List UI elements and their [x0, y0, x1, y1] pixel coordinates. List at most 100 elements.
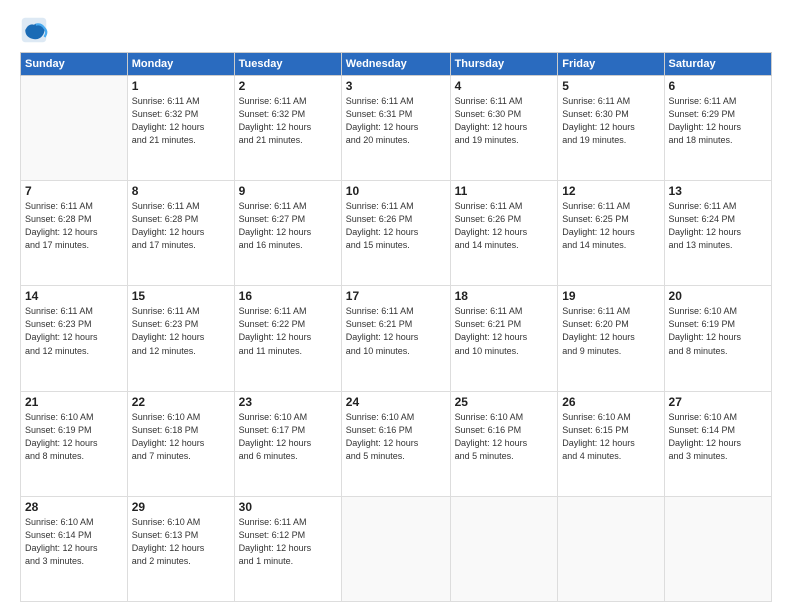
day-number: 22 [132, 395, 230, 409]
header [20, 16, 772, 44]
header-friday: Friday [558, 53, 664, 76]
calendar-cell: 8 Sunrise: 6:11 AM Sunset: 6:28 PM Daylig… [127, 181, 234, 286]
calendar-cell [664, 496, 771, 601]
day-number: 8 [132, 184, 230, 198]
header-saturday: Saturday [664, 53, 771, 76]
day-info: Sunrise: 6:10 AM Sunset: 6:19 PM Dayligh… [25, 411, 123, 463]
logo [20, 16, 52, 44]
day-number: 20 [669, 289, 767, 303]
calendar: Sunday Monday Tuesday Wednesday Thursday… [20, 52, 772, 602]
day-info: Sunrise: 6:11 AM Sunset: 6:30 PM Dayligh… [562, 95, 659, 147]
day-info: Sunrise: 6:11 AM Sunset: 6:26 PM Dayligh… [346, 200, 446, 252]
day-info: Sunrise: 6:11 AM Sunset: 6:28 PM Dayligh… [25, 200, 123, 252]
day-number: 29 [132, 500, 230, 514]
day-number: 11 [455, 184, 554, 198]
day-number: 9 [239, 184, 337, 198]
calendar-cell: 28 Sunrise: 6:10 AM Sunset: 6:14 PM Dayli… [21, 496, 128, 601]
calendar-cell: 9 Sunrise: 6:11 AM Sunset: 6:27 PM Daylig… [234, 181, 341, 286]
day-info: Sunrise: 6:11 AM Sunset: 6:27 PM Dayligh… [239, 200, 337, 252]
day-info: Sunrise: 6:10 AM Sunset: 6:14 PM Dayligh… [25, 516, 123, 568]
calendar-cell: 12Sunrise: 6:11 AM Sunset: 6:25 PM Dayli… [558, 181, 664, 286]
day-number: 30 [239, 500, 337, 514]
day-info: Sunrise: 6:10 AM Sunset: 6:18 PM Dayligh… [132, 411, 230, 463]
calendar-cell: 25 Sunrise: 6:10 AM Sunset: 6:16 PM Dayli… [450, 391, 558, 496]
calendar-cell: 6Sunrise: 6:11 AM Sunset: 6:29 PM Daylig… [664, 76, 771, 181]
day-number: 27 [669, 395, 767, 409]
calendar-cell: 24 Sunrise: 6:10 AM Sunset: 6:16 PM Dayli… [341, 391, 450, 496]
day-number: 5 [562, 79, 659, 93]
day-info: Sunrise: 6:11 AM Sunset: 6:24 PM Dayligh… [669, 200, 767, 252]
calendar-cell: 19 Sunrise: 6:11 AM Sunset: 6:20 PM Dayli… [558, 286, 664, 391]
day-number: 15 [132, 289, 230, 303]
day-number: 28 [25, 500, 123, 514]
day-info: Sunrise: 6:11 AM Sunset: 6:23 PM Dayligh… [25, 305, 123, 357]
day-number: 18 [455, 289, 554, 303]
day-number: 13 [669, 184, 767, 198]
day-info: Sunrise: 6:11 AM Sunset: 6:23 PM Dayligh… [132, 305, 230, 357]
day-number: 14 [25, 289, 123, 303]
calendar-cell: 5 Sunrise: 6:11 AM Sunset: 6:30 PM Daylig… [558, 76, 664, 181]
calendar-cell: 14 Sunrise: 6:11 AM Sunset: 6:23 PM Dayli… [21, 286, 128, 391]
calendar-cell: 18Sunrise: 6:11 AM Sunset: 6:21 PM Dayli… [450, 286, 558, 391]
day-info: Sunrise: 6:10 AM Sunset: 6:14 PM Dayligh… [669, 411, 767, 463]
day-info: Sunrise: 6:10 AM Sunset: 6:15 PM Dayligh… [562, 411, 659, 463]
calendar-cell: 13 Sunrise: 6:11 AM Sunset: 6:24 PM Dayli… [664, 181, 771, 286]
calendar-cell: 17 Sunrise: 6:11 AM Sunset: 6:21 PM Dayli… [341, 286, 450, 391]
calendar-week-row: 1 Sunrise: 6:11 AM Sunset: 6:32 PM Daylig… [21, 76, 772, 181]
page: Sunday Monday Tuesday Wednesday Thursday… [0, 0, 792, 612]
day-info: Sunrise: 6:10 AM Sunset: 6:19 PM Dayligh… [669, 305, 767, 357]
calendar-cell [341, 496, 450, 601]
day-number: 19 [562, 289, 659, 303]
day-number: 7 [25, 184, 123, 198]
calendar-cell: 30Sunrise: 6:11 AM Sunset: 6:12 PM Dayli… [234, 496, 341, 601]
calendar-week-row: 21 Sunrise: 6:10 AM Sunset: 6:19 PM Dayli… [21, 391, 772, 496]
day-number: 6 [669, 79, 767, 93]
day-info: Sunrise: 6:11 AM Sunset: 6:25 PM Dayligh… [562, 200, 659, 252]
day-info: Sunrise: 6:10 AM Sunset: 6:13 PM Dayligh… [132, 516, 230, 568]
calendar-cell: 27 Sunrise: 6:10 AM Sunset: 6:14 PM Dayli… [664, 391, 771, 496]
day-number: 21 [25, 395, 123, 409]
day-info: Sunrise: 6:10 AM Sunset: 6:16 PM Dayligh… [346, 411, 446, 463]
calendar-cell [558, 496, 664, 601]
calendar-cell: 26 Sunrise: 6:10 AM Sunset: 6:15 PM Dayli… [558, 391, 664, 496]
day-info: Sunrise: 6:11 AM Sunset: 6:30 PM Dayligh… [455, 95, 554, 147]
calendar-cell: 1 Sunrise: 6:11 AM Sunset: 6:32 PM Daylig… [127, 76, 234, 181]
calendar-cell: 16 Sunrise: 6:11 AM Sunset: 6:22 PM Dayli… [234, 286, 341, 391]
day-number: 1 [132, 79, 230, 93]
header-wednesday: Wednesday [341, 53, 450, 76]
day-number: 10 [346, 184, 446, 198]
day-info: Sunrise: 6:11 AM Sunset: 6:21 PM Dayligh… [346, 305, 446, 357]
header-thursday: Thursday [450, 53, 558, 76]
day-info: Sunrise: 6:10 AM Sunset: 6:16 PM Dayligh… [455, 411, 554, 463]
calendar-cell: 20 Sunrise: 6:10 AM Sunset: 6:19 PM Dayli… [664, 286, 771, 391]
day-number: 25 [455, 395, 554, 409]
day-number: 23 [239, 395, 337, 409]
calendar-cell: 2 Sunrise: 6:11 AM Sunset: 6:32 PM Daylig… [234, 76, 341, 181]
calendar-cell: 4 Sunrise: 6:11 AM Sunset: 6:30 PM Daylig… [450, 76, 558, 181]
calendar-cell [21, 76, 128, 181]
calendar-week-row: 14 Sunrise: 6:11 AM Sunset: 6:23 PM Dayli… [21, 286, 772, 391]
logo-icon [20, 16, 48, 44]
day-info: Sunrise: 6:11 AM Sunset: 6:22 PM Dayligh… [239, 305, 337, 357]
day-number: 2 [239, 79, 337, 93]
calendar-cell: 3Sunrise: 6:11 AM Sunset: 6:31 PM Daylig… [341, 76, 450, 181]
calendar-cell: 10 Sunrise: 6:11 AM Sunset: 6:26 PM Dayli… [341, 181, 450, 286]
calendar-cell: 11 Sunrise: 6:11 AM Sunset: 6:26 PM Dayli… [450, 181, 558, 286]
day-number: 3 [346, 79, 446, 93]
day-info: Sunrise: 6:11 AM Sunset: 6:26 PM Dayligh… [455, 200, 554, 252]
calendar-cell: 21 Sunrise: 6:10 AM Sunset: 6:19 PM Dayli… [21, 391, 128, 496]
day-number: 4 [455, 79, 554, 93]
day-info: Sunrise: 6:11 AM Sunset: 6:20 PM Dayligh… [562, 305, 659, 357]
header-monday: Monday [127, 53, 234, 76]
calendar-cell: 22 Sunrise: 6:10 AM Sunset: 6:18 PM Dayli… [127, 391, 234, 496]
day-number: 17 [346, 289, 446, 303]
day-info: Sunrise: 6:11 AM Sunset: 6:32 PM Dayligh… [239, 95, 337, 147]
day-info: Sunrise: 6:11 AM Sunset: 6:32 PM Dayligh… [132, 95, 230, 147]
calendar-week-row: 7 Sunrise: 6:11 AM Sunset: 6:28 PM Daylig… [21, 181, 772, 286]
calendar-cell: 7 Sunrise: 6:11 AM Sunset: 6:28 PM Daylig… [21, 181, 128, 286]
calendar-cell: 29 Sunrise: 6:10 AM Sunset: 6:13 PM Dayli… [127, 496, 234, 601]
day-number: 24 [346, 395, 446, 409]
day-info: Sunrise: 6:11 AM Sunset: 6:28 PM Dayligh… [132, 200, 230, 252]
day-number: 16 [239, 289, 337, 303]
day-number: 26 [562, 395, 659, 409]
